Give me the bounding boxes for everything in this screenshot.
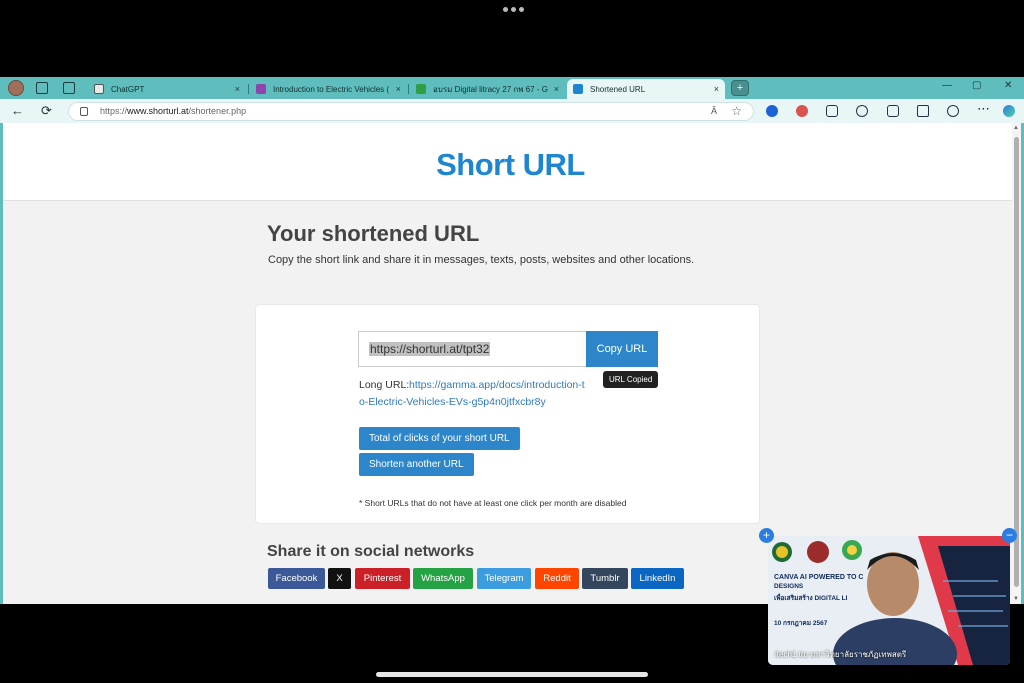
tab-label: Introduction to Electric Vehicles ( bbox=[273, 84, 390, 94]
share-facebook-button[interactable]: Facebook bbox=[268, 568, 325, 589]
video-banner-title: CANVA AI POWERED TO C bbox=[774, 574, 864, 581]
scrollbar-thumb[interactable] bbox=[1014, 137, 1019, 587]
tab-introduction-ev[interactable]: Introduction to Electric Vehicles ( × bbox=[250, 79, 407, 99]
address-url[interactable]: https://www.shorturl.at/shortener.php bbox=[100, 106, 246, 116]
video-call-overlay[interactable]: CANVA AI POWERED TO C DESIGNS เพื่อเสริม… bbox=[768, 536, 1010, 665]
tab-label: ChatGPT bbox=[111, 84, 145, 94]
browser-window: ChatGPT × Introduction to Electric Vehic… bbox=[0, 77, 1024, 604]
long-url-link-continued[interactable]: o-Electric-Vehicles-EVs-g5p4n0jtfxcbr8y bbox=[359, 396, 546, 408]
tab-digital-literacy[interactable]: อบรม Digital litracy 27 กพ 67 - Go × bbox=[410, 79, 565, 99]
close-window-button[interactable]: ✕ bbox=[1004, 80, 1012, 91]
site-header: Short URL bbox=[3, 123, 1018, 201]
home-indicator[interactable] bbox=[376, 672, 648, 677]
tab-shortened-url[interactable]: Shortened URL × bbox=[567, 79, 725, 99]
tab-actions-icon[interactable] bbox=[63, 82, 75, 94]
multitask-dots[interactable] bbox=[503, 7, 524, 12]
share-whatsapp-button[interactable]: WhatsApp bbox=[413, 568, 473, 589]
minimize-button[interactable]: — bbox=[942, 80, 952, 91]
scroll-down-icon[interactable]: ▼ bbox=[1013, 596, 1019, 602]
page-subtitle: Copy the short link and share it in mess… bbox=[268, 254, 695, 266]
video-banner-date: 10 กรกฎาคม 2567 bbox=[774, 620, 828, 627]
share-tumblr-button[interactable]: Tumblr bbox=[582, 568, 628, 589]
long-url-link[interactable]: https://gamma.app/docs/introduction-t bbox=[409, 379, 585, 391]
extension-zoom-icon[interactable] bbox=[766, 105, 778, 117]
sheets-favicon-icon bbox=[416, 84, 426, 94]
profile-avatar[interactable] bbox=[8, 80, 24, 96]
video-expand-button[interactable]: + bbox=[759, 528, 774, 543]
web-page: Short URL Your shortened URL Copy the sh… bbox=[3, 123, 1018, 604]
shorten-another-button[interactable]: Shorten another URL bbox=[359, 453, 474, 476]
lock-icon[interactable] bbox=[80, 107, 88, 116]
tab-close-icon[interactable]: × bbox=[714, 84, 719, 94]
result-card: https://shorturl.at/tpt32 Copy URL URL C… bbox=[255, 304, 760, 524]
tab-strip: ChatGPT × Introduction to Electric Vehic… bbox=[0, 77, 1024, 99]
tab-close-icon[interactable]: × bbox=[554, 84, 559, 94]
tab-label: อบรม Digital litracy 27 กพ 67 - Go bbox=[433, 84, 548, 94]
tab-close-icon[interactable]: × bbox=[396, 84, 401, 94]
address-bar[interactable]: https://www.shorturl.at/shortener.php Ă… bbox=[68, 102, 754, 121]
reload-button[interactable]: ⟳ bbox=[41, 103, 52, 119]
tab-close-icon[interactable]: × bbox=[235, 84, 240, 94]
video-banner-subtitle: DESIGNS bbox=[774, 583, 804, 590]
scroll-up-icon[interactable]: ▲ bbox=[1013, 125, 1019, 131]
favorites-icon[interactable] bbox=[917, 105, 929, 117]
tab-chatgpt[interactable]: ChatGPT × bbox=[88, 79, 246, 99]
shorturl-favicon-icon bbox=[573, 84, 583, 94]
favorite-star-icon[interactable]: ☆ bbox=[731, 104, 742, 118]
share-linkedin-button[interactable]: LinkedIn bbox=[631, 568, 684, 589]
share-telegram-button[interactable]: Telegram bbox=[477, 568, 531, 589]
share-pinterest-button[interactable]: Pinterest bbox=[355, 568, 410, 589]
total-clicks-button[interactable]: Total of clicks of your short URL bbox=[359, 427, 520, 450]
extensions-puzzle-icon[interactable] bbox=[856, 105, 868, 117]
read-aloud-icon[interactable]: Ă bbox=[711, 106, 717, 116]
tab-label: Shortened URL bbox=[590, 84, 646, 94]
short-url-input[interactable]: https://shorturl.at/tpt32 bbox=[358, 331, 588, 367]
share-x-button[interactable]: X bbox=[328, 568, 351, 589]
site-title[interactable]: Short URL bbox=[3, 147, 1018, 183]
more-menu-icon[interactable]: ⋯ bbox=[977, 101, 990, 117]
gamma-favicon-icon bbox=[256, 84, 266, 94]
share-reddit-button[interactable]: Reddit bbox=[535, 568, 579, 589]
browser-toolbar: ← ⟳ https://www.shorturl.at/shortener.ph… bbox=[0, 99, 1024, 123]
extension-media-icon[interactable] bbox=[826, 105, 838, 117]
video-banner-thai: เพื่อเสริมสร้าง DIGITAL LI bbox=[774, 595, 848, 602]
workspaces-icon[interactable] bbox=[36, 82, 48, 94]
browser-essentials-icon[interactable] bbox=[947, 105, 959, 117]
maximize-button[interactable]: ▢ bbox=[972, 80, 981, 91]
split-screen-icon[interactable] bbox=[887, 105, 899, 117]
participant-caption: itech1.tru มหาวิทยาลัยราชภัฏเทพสตรี bbox=[775, 650, 907, 659]
new-tab-button[interactable]: + bbox=[731, 80, 749, 96]
url-copied-tooltip: URL Copied bbox=[603, 371, 659, 388]
screen: ChatGPT × Introduction to Electric Vehic… bbox=[0, 0, 1024, 683]
long-url-label: Long URL: bbox=[359, 379, 410, 391]
back-button[interactable]: ← bbox=[11, 103, 24, 118]
copilot-icon[interactable] bbox=[1003, 105, 1015, 117]
share-heading: Share it on social networks bbox=[267, 543, 475, 560]
copy-url-button[interactable]: Copy URL bbox=[586, 331, 658, 367]
video-minimize-button[interactable]: − bbox=[1002, 528, 1017, 543]
extension-red-icon[interactable] bbox=[796, 105, 808, 117]
page-heading: Your shortened URL bbox=[267, 221, 480, 246]
short-url-value[interactable]: https://shorturl.at/tpt32 bbox=[369, 342, 491, 356]
chatgpt-favicon-icon bbox=[94, 84, 104, 94]
disabled-note: * Short URLs that do not have at least o… bbox=[359, 498, 627, 508]
